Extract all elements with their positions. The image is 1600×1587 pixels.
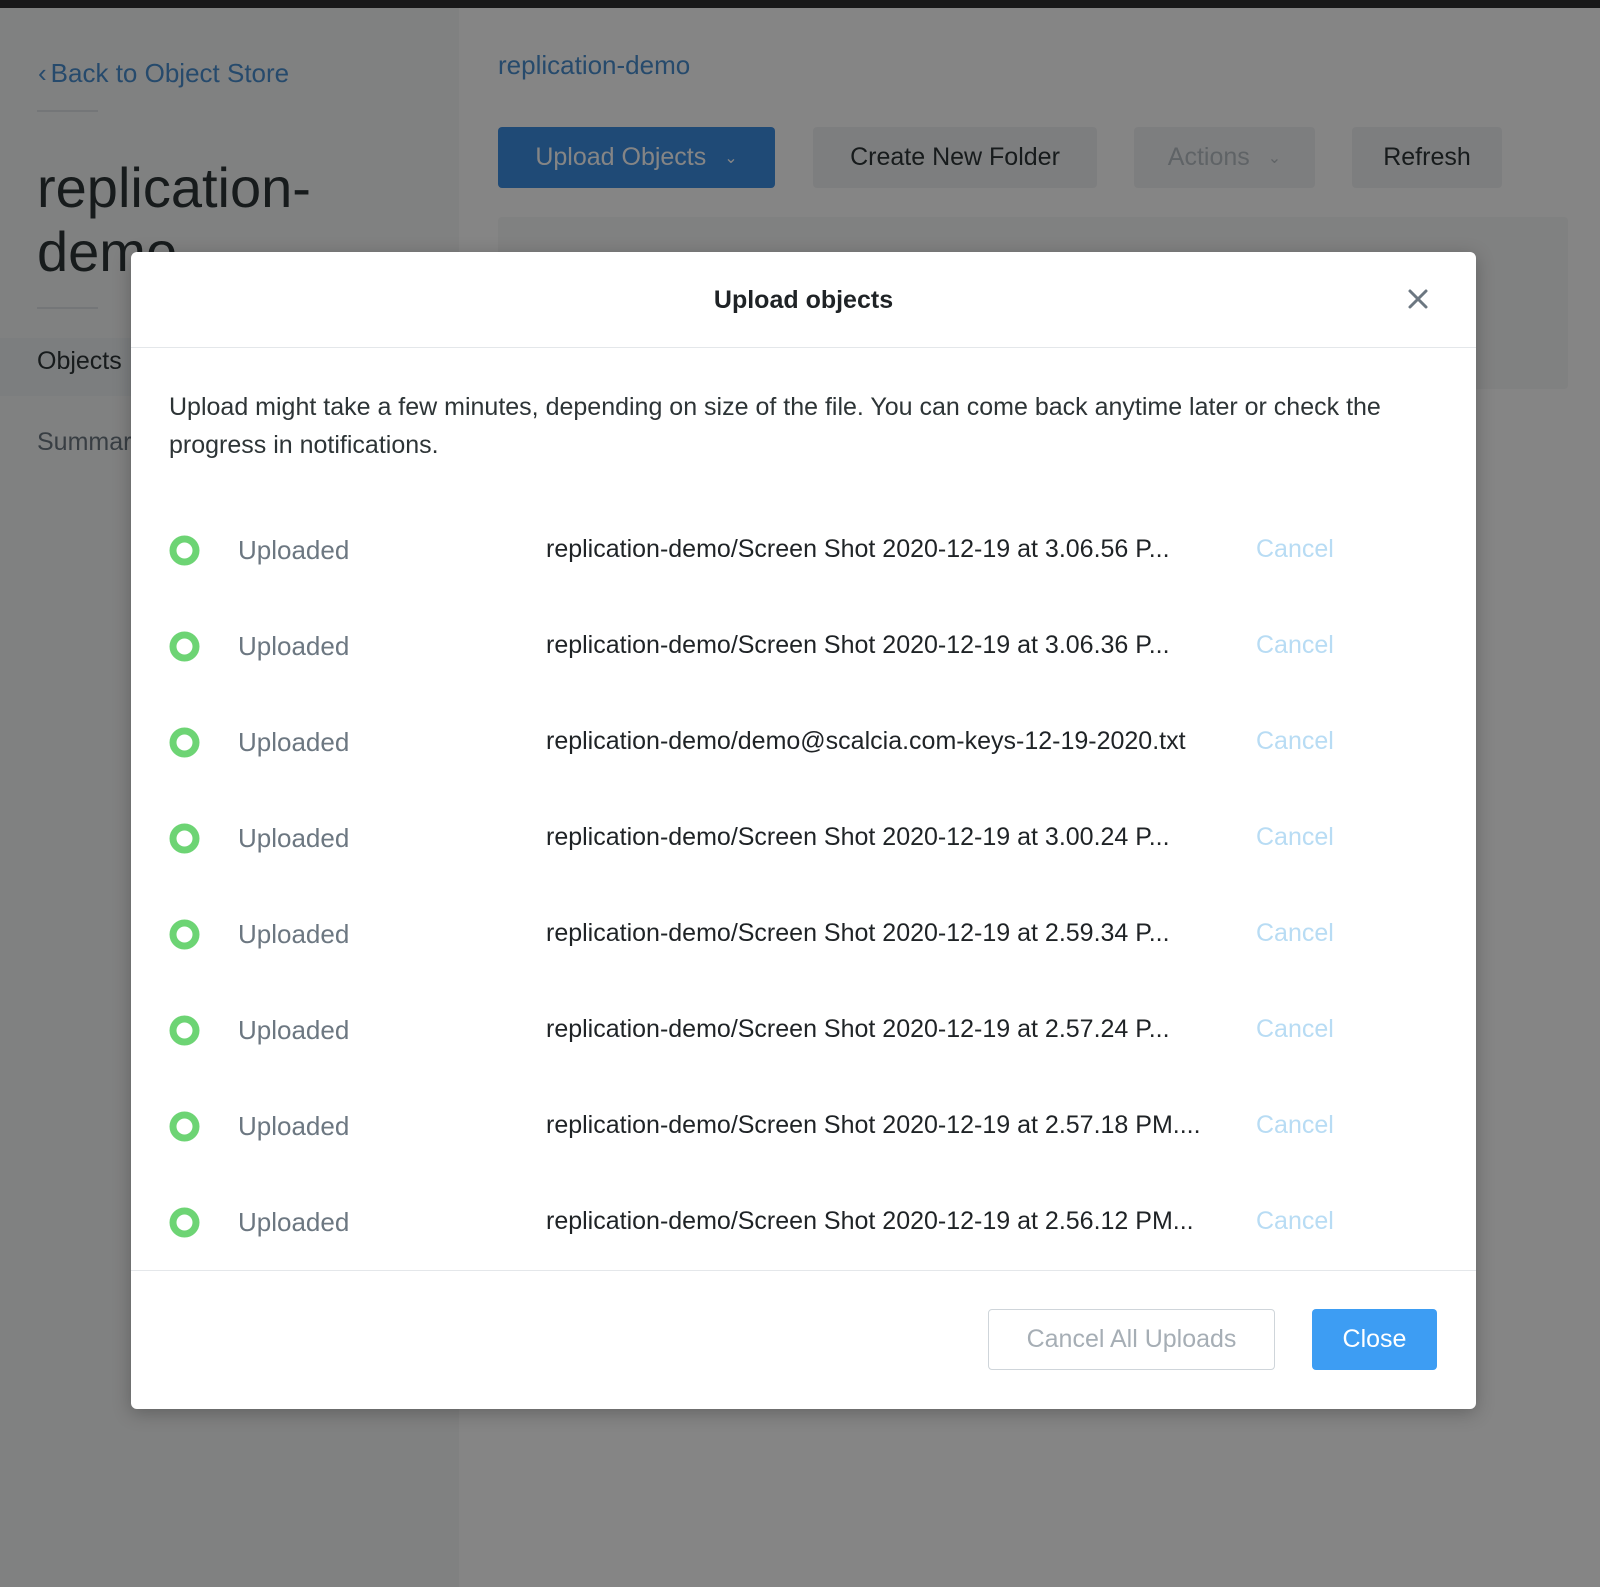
- upload-row: Uploaded replication-demo/Screen Shot 20…: [169, 1096, 1439, 1156]
- upload-status: Uploaded: [238, 631, 350, 661]
- status-circle-icon: [169, 1207, 200, 1238]
- upload-file-name: replication-demo/Screen Shot 2020-12-19 …: [546, 1207, 1194, 1235]
- upload-row: Uploaded replication-demo/Screen Shot 20…: [169, 808, 1439, 868]
- cancel-upload-link[interactable]: Cancel: [1256, 727, 1334, 756]
- upload-file-name: replication-demo/demo@scalcia.com-keys-1…: [546, 727, 1186, 755]
- cancel-upload-link[interactable]: Cancel: [1256, 631, 1334, 660]
- upload-status: Uploaded: [238, 535, 350, 565]
- upload-objects-dialog: Upload objects Upload might take a few m…: [131, 252, 1476, 1409]
- upload-status: Uploaded: [238, 1015, 350, 1045]
- close-button[interactable]: Close: [1312, 1309, 1437, 1370]
- cancel-upload-link[interactable]: Cancel: [1256, 823, 1334, 852]
- cancel-upload-link[interactable]: Cancel: [1256, 919, 1334, 948]
- upload-row: Uploaded replication-demo/Screen Shot 20…: [169, 904, 1439, 964]
- cancel-upload-link[interactable]: Cancel: [1256, 1015, 1334, 1044]
- status-circle-icon: [169, 1111, 200, 1142]
- upload-file-name: replication-demo/Screen Shot 2020-12-19 …: [546, 823, 1170, 851]
- status-circle-icon: [169, 535, 200, 566]
- upload-file-name: replication-demo/Screen Shot 2020-12-19 …: [546, 535, 1170, 563]
- cancel-upload-link[interactable]: Cancel: [1256, 1207, 1334, 1236]
- upload-row: Uploaded replication-demo/Screen Shot 20…: [169, 616, 1439, 676]
- status-circle-icon: [169, 631, 200, 662]
- upload-file-name: replication-demo/Screen Shot 2020-12-19 …: [546, 1111, 1201, 1139]
- upload-file-name: replication-demo/Screen Shot 2020-12-19 …: [546, 919, 1170, 947]
- upload-status: Uploaded: [238, 727, 350, 757]
- upload-row: Uploaded replication-demo/Screen Shot 20…: [169, 1192, 1439, 1252]
- dialog-description: Upload might take a few minutes, dependi…: [169, 393, 1381, 459]
- status-circle-icon: [169, 1015, 200, 1046]
- upload-file-name: replication-demo/Screen Shot 2020-12-19 …: [546, 631, 1170, 659]
- upload-status: Uploaded: [238, 1111, 350, 1141]
- cancel-upload-link[interactable]: Cancel: [1256, 1111, 1334, 1140]
- upload-row: Uploaded replication-demo/demo@scalcia.c…: [169, 712, 1439, 772]
- cancel-all-uploads-button[interactable]: Cancel All Uploads: [988, 1309, 1275, 1370]
- status-circle-icon: [169, 919, 200, 950]
- dialog-title: Upload objects: [713, 286, 894, 314]
- close-icon[interactable]: [1401, 282, 1435, 316]
- upload-status: Uploaded: [238, 823, 350, 853]
- upload-row: Uploaded replication-demo/Screen Shot 20…: [169, 520, 1439, 580]
- cancel-upload-link[interactable]: Cancel: [1256, 535, 1334, 564]
- dialog-footer: Cancel All Uploads Close: [131, 1270, 1476, 1410]
- upload-row: Uploaded replication-demo/Screen Shot 20…: [169, 1000, 1439, 1060]
- status-circle-icon: [169, 823, 200, 854]
- upload-file-name: replication-demo/Screen Shot 2020-12-19 …: [546, 1015, 1170, 1043]
- dialog-header: Upload objects: [131, 252, 1476, 348]
- status-circle-icon: [169, 727, 200, 758]
- upload-status: Uploaded: [238, 1207, 350, 1237]
- upload-status: Uploaded: [238, 919, 350, 949]
